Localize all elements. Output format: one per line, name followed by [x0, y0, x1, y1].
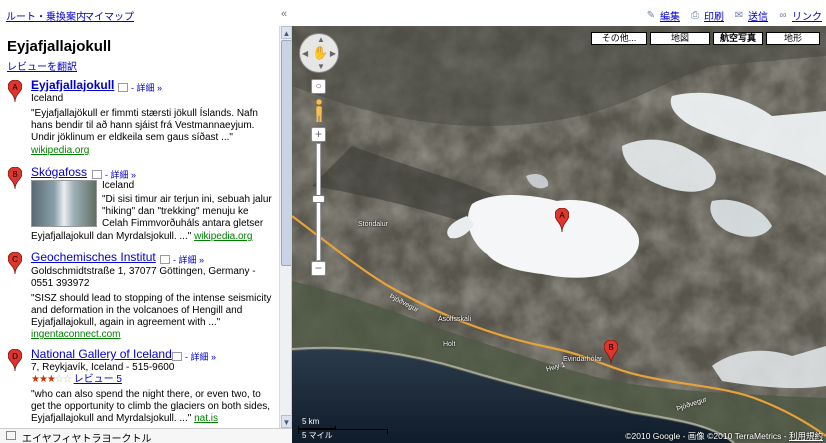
scale-mile: 5 マイル — [302, 431, 333, 440]
edit-action[interactable]: ✎ 編集 — [644, 8, 680, 23]
print-icon: ⎙ — [691, 9, 699, 21]
result-source-link[interactable]: nat.is — [194, 413, 218, 424]
result-snippet: "who can also spend the night there, or … — [31, 389, 271, 424]
marker-d-icon[interactable]: D — [8, 349, 22, 371]
result-source-link[interactable]: wikipedia.org — [194, 231, 252, 242]
reset-view-button[interactable]: ○ — [311, 79, 326, 94]
zoom-slider-handle[interactable] — [312, 195, 325, 203]
scroll-down-icon[interactable]: ▼ — [281, 415, 291, 428]
result-source-link[interactable]: wikipedia.org — [31, 145, 89, 157]
map-type-map-button[interactable]: 地図 — [650, 32, 710, 45]
result-source-link[interactable]: ingentaconnect.com — [31, 329, 121, 341]
satellite-imagery — [292, 26, 826, 443]
mail-icon: ✉ — [734, 9, 744, 21]
edit-icon: ✎ — [646, 9, 656, 21]
svg-text:A: A — [12, 83, 18, 92]
top-navigation: ルート・乗換案内 マイマップ « — [0, 0, 292, 26]
svg-text:C: C — [12, 255, 18, 264]
map-copyright: ©2010 Google - 画像 ©2010 TerraMetrics - 利… — [625, 431, 823, 441]
more-maps-button[interactable]: その他... — [591, 32, 647, 45]
result-address: 7, Reykjavík, Iceland - 515-9600 — [31, 362, 175, 373]
result-phone: 0551 393972 — [31, 278, 90, 289]
place-label: Ásólfsskáli — [438, 316, 472, 323]
place-title: Eyjafjallajokull — [7, 38, 112, 55]
result-title[interactable]: Eyjafjallajokull — [31, 78, 114, 92]
pan-right-icon[interactable]: ▶ — [330, 49, 336, 58]
result-details-link[interactable]: - 詳細 » — [118, 81, 162, 94]
result-title[interactable]: Geochemisches Institut — [31, 250, 156, 264]
map-type-selector: その他... 地図 航空写真 地形 — [591, 32, 820, 45]
translate-reviews-link[interactable]: レビューを翻訳 — [7, 58, 77, 73]
map-view[interactable]: その他... 地図 航空写真 地形 ▲ ◀ ▶ ▼ ✋ ○ + − Stórid… — [292, 26, 826, 443]
result-address: Iceland — [31, 93, 64, 104]
pan-down-icon[interactable]: ▼ — [317, 62, 325, 71]
place-label: Evindarhólar — [563, 356, 603, 363]
result-thumbnail[interactable] — [31, 180, 97, 227]
result-snippet: "SISZ should lead to stopping of the int… — [31, 293, 272, 328]
results-scrollbar[interactable]: ▲ ▼ — [279, 26, 291, 428]
map-type-terrain-button[interactable]: 地形 — [766, 32, 820, 45]
link-action[interactable]: ∞ リンク — [776, 8, 822, 23]
result-address: Iceland — [102, 180, 135, 191]
collapse-panel-icon[interactable]: « — [281, 8, 287, 20]
scale-km: 5 km — [302, 417, 320, 426]
zoom-out-button[interactable]: − — [311, 261, 326, 276]
map-marker-a-icon[interactable]: A — [555, 208, 569, 232]
result-snippet-line: "hiking" dan "trekking" menuju ke — [102, 206, 249, 217]
route-link[interactable]: ルート・乗換案内 — [6, 8, 86, 23]
result-address: Goldschmidtstraße 1, 37077 Göttingen, Ge… — [31, 266, 256, 277]
svg-text:D: D — [12, 352, 18, 361]
result-snippet-tail: Eyjafjallajokull dan Myrdalsjokull. ..."… — [31, 231, 253, 242]
place-icon — [6, 431, 16, 440]
marker-a-icon[interactable]: A — [8, 80, 22, 102]
link-icon: ∞ — [779, 9, 787, 21]
marker-c-icon[interactable]: C — [8, 252, 22, 274]
place-label: Holt — [443, 341, 456, 348]
zoom-in-button[interactable]: + — [311, 127, 326, 142]
result-details-link[interactable]: - 詳細 » — [172, 350, 216, 363]
pan-left-icon[interactable]: ◀ — [302, 49, 308, 58]
result-details-link[interactable]: - 詳細 » — [160, 253, 204, 266]
marker-b-icon[interactable]: B — [8, 167, 22, 189]
hand-icon: ✋ — [312, 45, 329, 60]
pan-up-icon[interactable]: ▲ — [317, 35, 325, 44]
reviews-link[interactable]: レビュー 5 — [74, 374, 122, 385]
pegman-icon[interactable] — [313, 98, 325, 124]
print-action[interactable]: ⎙ 印刷 — [688, 8, 724, 23]
scroll-up-icon[interactable]: ▲ — [281, 26, 291, 39]
svg-text:B: B — [608, 343, 613, 352]
result-snippet: "Eyjafjallajökull er fimmti stærsti jöku… — [31, 108, 258, 143]
rating-stars: ★★★☆☆ — [31, 374, 72, 385]
mymaps-link[interactable]: マイマップ — [84, 8, 134, 23]
svg-text:B: B — [12, 170, 17, 179]
pan-control[interactable]: ▲ ◀ ▶ ▼ ✋ — [299, 33, 339, 73]
result-rating: ★★★☆☆ レビュー 5 — [31, 374, 122, 386]
bottom-place-label[interactable]: エイヤフィヤトラヨークトル — [22, 430, 152, 443]
result-snippet-line: "Di sisi timur air terjun ini, sebuah ja… — [102, 194, 272, 205]
map-type-satellite-button[interactable]: 航空写真 — [713, 32, 763, 45]
result-title[interactable]: National Gallery of Iceland — [31, 347, 172, 361]
results-panel: Eyjafjallajokull レビューを翻訳 A Eyjafjallajok… — [0, 26, 292, 428]
terms-link[interactable]: 利用規約 — [789, 431, 823, 441]
svg-text:A: A — [559, 211, 565, 220]
send-action[interactable]: ✉ 送信 — [732, 8, 768, 23]
result-snippet-line: Celah Fimmvorðuháls antara gletser — [102, 218, 264, 229]
result-title[interactable]: Skógafoss — [31, 165, 87, 179]
bottom-bar: エイヤフィヤトラヨークトル — [0, 428, 292, 443]
scroll-thumb[interactable] — [281, 40, 291, 266]
map-actions: ✎ 編集 ⎙ 印刷 ✉ 送信 ∞ リンク — [644, 8, 822, 23]
place-label: Stóridalur — [358, 221, 388, 228]
map-marker-b-icon[interactable]: B — [604, 340, 618, 364]
